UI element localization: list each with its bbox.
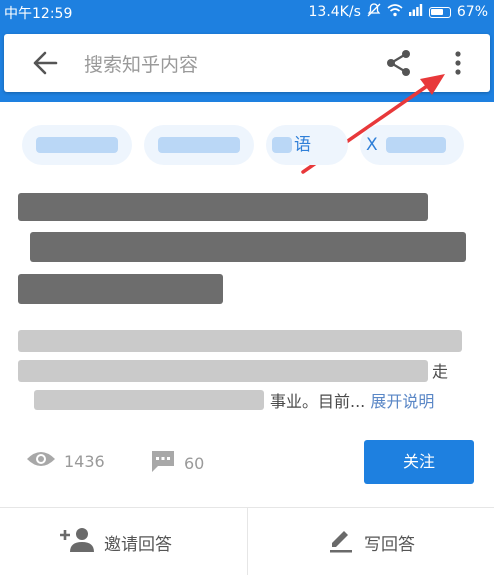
comment-count[interactable]: 60 — [150, 449, 204, 477]
blurred-text — [18, 360, 428, 382]
write-answer-button[interactable]: 写回答 — [328, 522, 415, 562]
topic-tag-1[interactable] — [22, 125, 132, 165]
comment-count-value: 60 — [184, 453, 205, 473]
search-input[interactable]: 搜索知乎内容 — [84, 50, 198, 77]
battery-level: 67% — [456, 4, 488, 20]
blurred-text — [30, 232, 466, 262]
battery-icon — [428, 6, 451, 18]
blurred-text — [18, 193, 428, 221]
description-tail: 事业。目前... 展开说明 — [270, 388, 434, 412]
follow-button[interactable]: 关注 — [364, 440, 474, 484]
eye-icon — [26, 449, 56, 473]
blurred-text — [158, 137, 240, 153]
invite-answer-label: 邀请回答 — [104, 534, 172, 555]
blurred-text — [18, 330, 462, 352]
search-bar[interactable]: 搜索知乎内容 — [4, 34, 490, 92]
share-icon[interactable] — [384, 47, 414, 79]
status-bar: 中午12:59 13.4K/s 67% — [0, 0, 494, 24]
topic-tag-3[interactable]: 语 — [266, 125, 348, 165]
blurred-text — [272, 137, 292, 153]
topic-tag-4[interactable]: X — [360, 125, 464, 165]
description-tail-text: 事业。目前... — [270, 392, 366, 411]
back-arrow-icon[interactable] — [30, 49, 60, 77]
topic-tag-2[interactable] — [144, 125, 254, 165]
network-speed: 13.4K/s — [308, 4, 361, 20]
description-fragment: 走 — [432, 362, 449, 381]
invite-answer-button[interactable]: 邀请回答 — [60, 522, 172, 562]
view-count: 1436 — [26, 449, 105, 473]
more-vertical-icon[interactable] — [444, 47, 472, 79]
mute-icon — [367, 3, 381, 21]
blurred-text — [18, 274, 223, 304]
comment-icon — [150, 449, 176, 477]
blurred-text — [36, 137, 118, 153]
status-time: 中午12:59 — [4, 6, 73, 22]
blurred-text — [34, 390, 264, 410]
write-answer-label: 写回答 — [364, 534, 415, 555]
add-person-icon — [60, 527, 94, 558]
blurred-text — [386, 137, 446, 153]
topic-tag-label: X — [366, 135, 378, 155]
divider — [247, 507, 248, 575]
pencil-icon — [328, 527, 354, 558]
signal-icon — [408, 4, 423, 20]
wifi-icon — [387, 3, 403, 21]
status-icons: 13.4K/s 67% — [308, 3, 488, 21]
expand-link[interactable]: 展开说明 — [370, 392, 434, 411]
topic-tag-label: 语 — [294, 135, 311, 155]
view-count-value: 1436 — [64, 451, 105, 471]
